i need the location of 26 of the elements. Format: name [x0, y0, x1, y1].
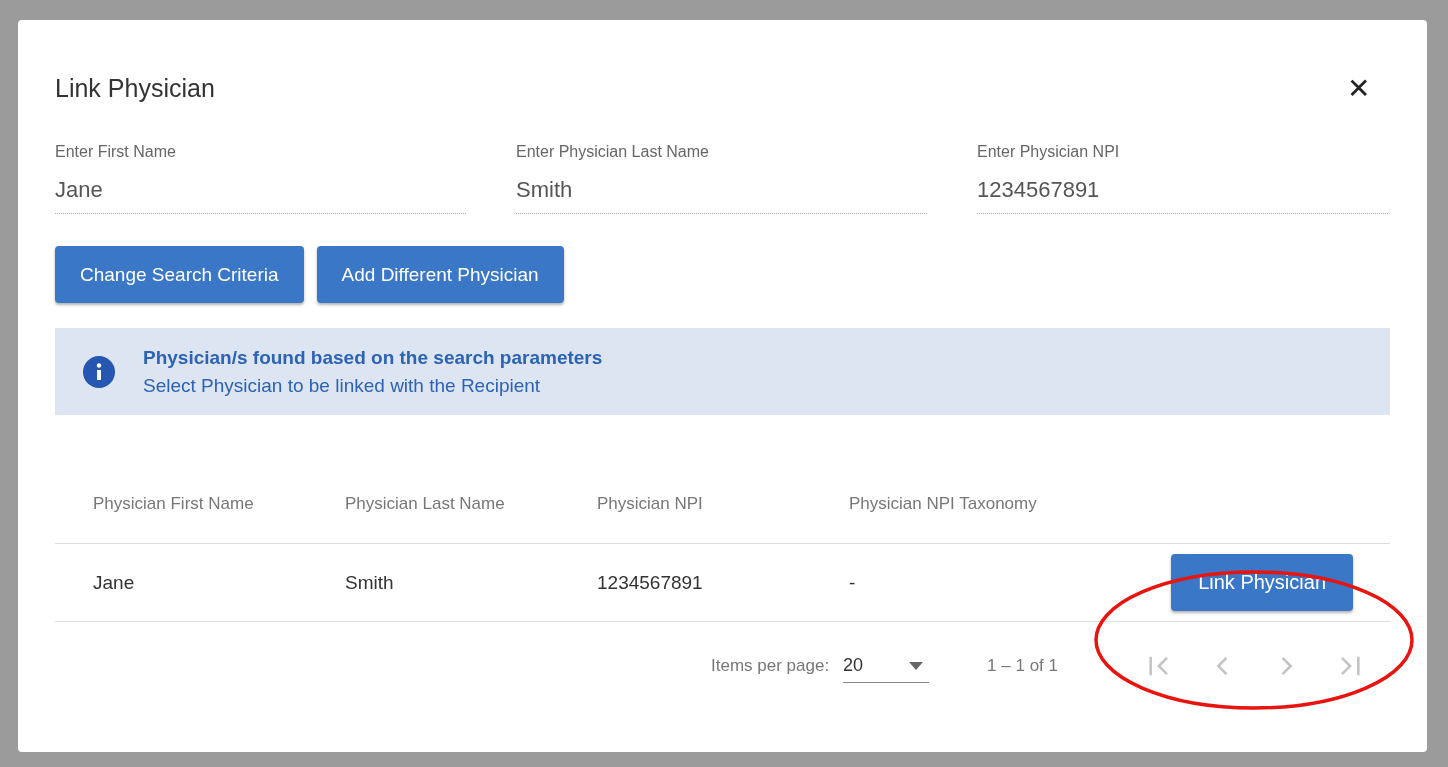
page-size-select[interactable]: 20	[843, 649, 930, 683]
column-header: Physician NPI Taxonomy	[811, 465, 1063, 544]
table-cell: Jane	[55, 543, 307, 622]
banner-title: Physician/s found based on the search parameters	[143, 346, 603, 369]
close-button[interactable]: ✕	[1347, 72, 1390, 105]
column-header: Physician Last Name	[307, 465, 559, 544]
items-per-page-label: Items per page:	[711, 656, 830, 676]
link-physician-button[interactable]: Link Physician	[1171, 554, 1353, 611]
table-cell: Smith	[307, 543, 559, 622]
field-label: Enter Physician NPI	[977, 143, 1121, 161]
field-label: Enter First Name	[55, 143, 177, 161]
input-field[interactable]: Smith	[516, 177, 927, 203]
dialog-title: Link Physician	[55, 74, 215, 103]
page-range: 1 – 1 of 1	[987, 656, 1058, 676]
caret-icon	[909, 661, 924, 670]
info-icon	[83, 355, 115, 388]
table-cell: 1234567891	[559, 543, 811, 622]
column-header: Physician First Name	[55, 465, 307, 544]
input-field[interactable]: Jane	[55, 177, 466, 203]
column-header: Physician NPI	[559, 465, 811, 544]
field-label: Enter Physician Last Name	[516, 143, 710, 161]
action-button[interactable]: Add Different Physician	[316, 246, 564, 303]
banner-message: Select Physician to be linked with the Recipient	[143, 374, 542, 397]
table-cell: -	[811, 543, 1063, 622]
input-field[interactable]: 1234567891	[977, 177, 1388, 203]
action-button[interactable]: Change Search Criteria	[55, 246, 304, 303]
